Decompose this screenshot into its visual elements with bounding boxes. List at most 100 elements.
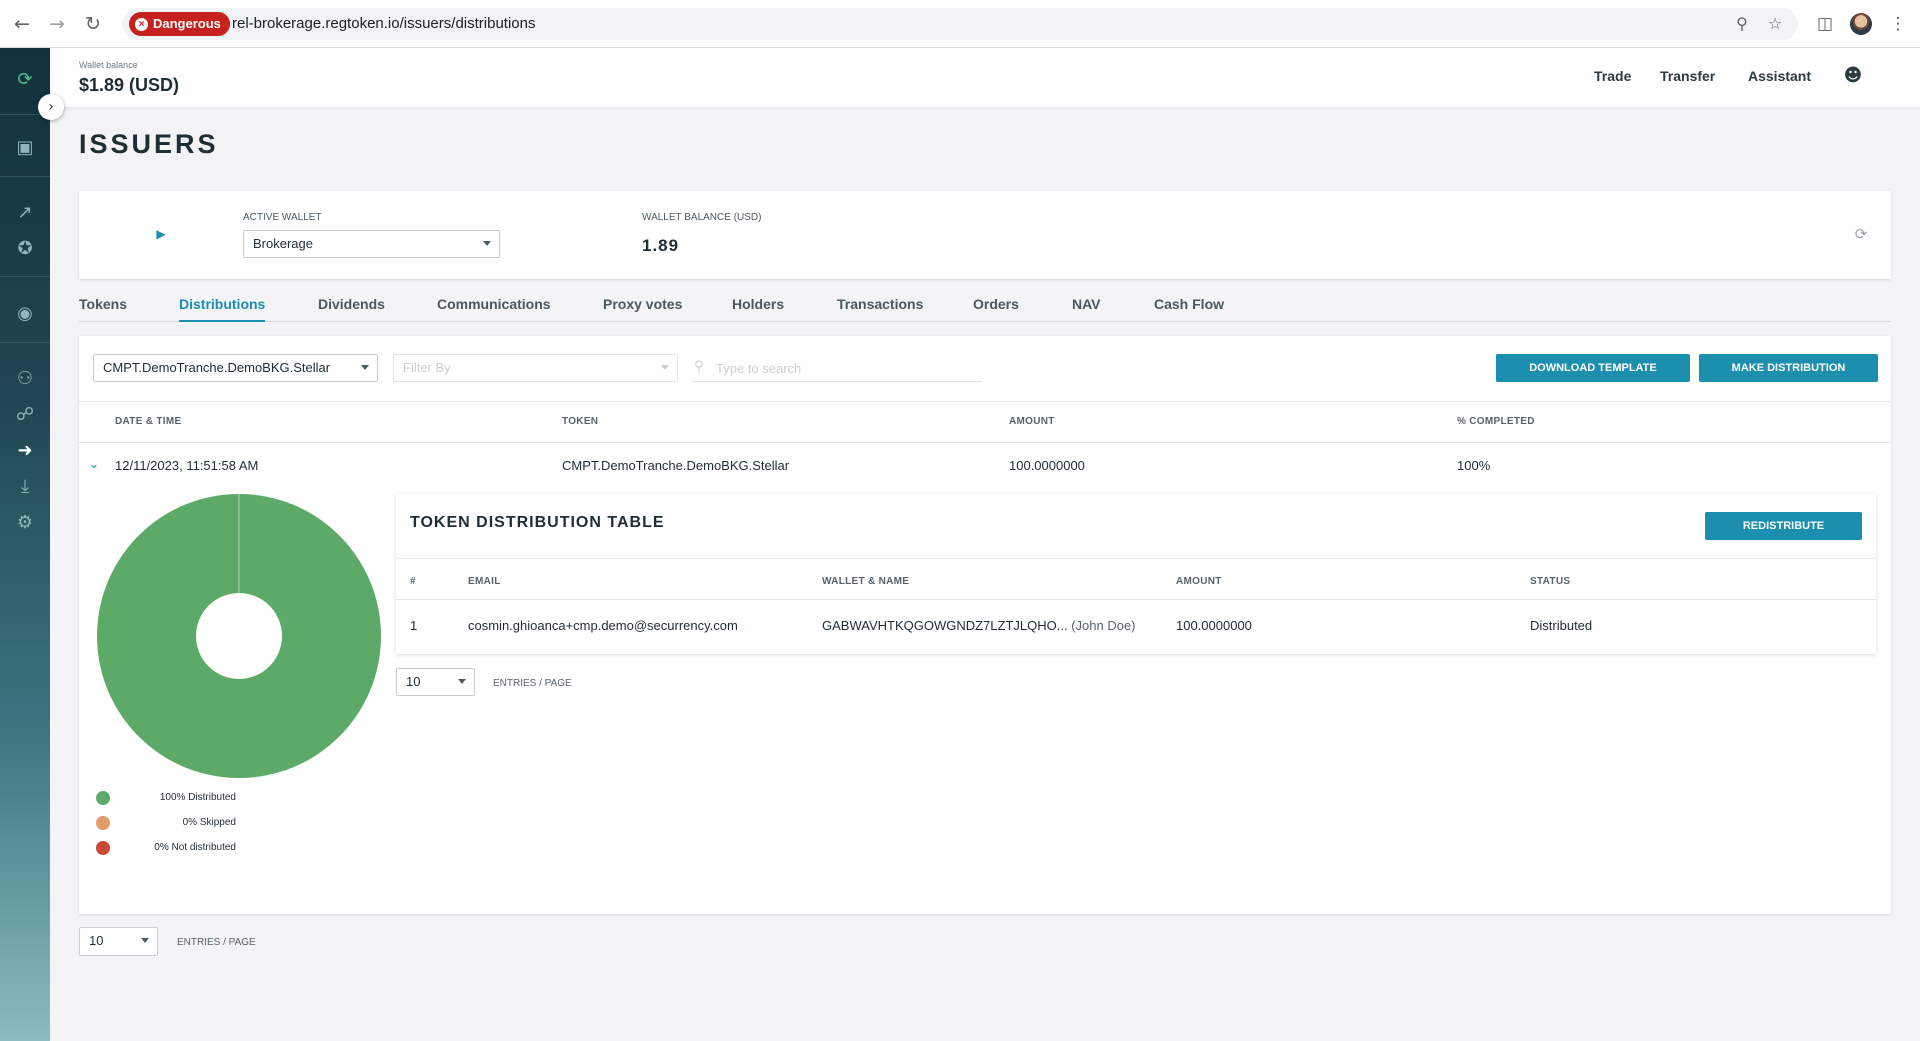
- table-divider: [79, 401, 1891, 402]
- column-header-wallet[interactable]: WALLET & NAME: [822, 576, 909, 587]
- url-text[interactable]: rel-brokerage.regtoken.io/issuers/distri…: [232, 8, 535, 40]
- column-header-amount[interactable]: AMOUNT: [1009, 416, 1055, 427]
- app-logo-icon[interactable]: ⟳: [13, 68, 37, 92]
- table-divider: [79, 442, 1891, 443]
- tab-cash-flow[interactable]: Cash Flow: [1154, 296, 1224, 322]
- active-wallet-select[interactable]: Brokerage: [243, 230, 500, 258]
- distributions-panel: CMPT.DemoTranche.DemoBKG.Stellar Filter …: [79, 336, 1891, 914]
- badge-icon[interactable]: ✪: [13, 237, 37, 261]
- handshake-icon[interactable]: ☍: [13, 403, 37, 427]
- refresh-icon[interactable]: ⟳: [1853, 226, 1869, 242]
- tab-proxy-votes[interactable]: Proxy votes: [603, 296, 682, 322]
- dist-row-status: Distributed: [1530, 618, 1593, 633]
- warning-x-icon: ×: [135, 17, 148, 31]
- sidebar-expand-button[interactable]: ›: [38, 94, 64, 120]
- browser-toolbar: ← → ↻ × Dangerous rel-brokerage.regtoken…: [0, 0, 1920, 48]
- table-divider: [396, 558, 1876, 559]
- wallet-icon[interactable]: ▣: [13, 136, 37, 160]
- distribution-donut-chart: [96, 493, 382, 779]
- nav-trade[interactable]: Trade: [1594, 68, 1631, 84]
- address-bar[interactable]: × Dangerous rel-brokerage.regtoken.io/is…: [122, 8, 1798, 40]
- tab-distributions[interactable]: Distributions: [179, 296, 266, 322]
- legend-label-not-distributed: 0% Not distributed: [154, 842, 236, 853]
- column-header-num[interactable]: #: [410, 576, 416, 587]
- profile-avatar[interactable]: [1850, 13, 1872, 35]
- kebab-menu-icon[interactable]: ⋮: [1886, 12, 1910, 36]
- tab-dividends[interactable]: Dividends: [318, 296, 385, 322]
- donut-svg: [97, 494, 381, 778]
- redistribute-button[interactable]: REDISTRIBUTE: [1705, 512, 1862, 540]
- column-header-date[interactable]: DATE & TIME: [115, 416, 181, 427]
- download-template-button[interactable]: DOWNLOAD TEMPLATE: [1496, 354, 1690, 382]
- wallet-balance-value: $1.89 (USD): [79, 75, 180, 95]
- column-header-amount[interactable]: AMOUNT: [1176, 576, 1222, 587]
- search-icon: ⚲: [694, 359, 704, 374]
- tab-tokens[interactable]: Tokens: [79, 296, 127, 322]
- make-distribution-button[interactable]: MAKE DISTRIBUTION: [1699, 354, 1878, 382]
- dist-row-wallet[interactable]: GABWAVHTKQGOWGNDZ7LZTJLQHO... (John Doe): [822, 618, 1136, 633]
- page-size-select[interactable]: 10: [79, 927, 158, 956]
- dollar-icon[interactable]: ◉: [13, 302, 37, 326]
- row-token: CMPT.DemoTranche.DemoBKG.Stellar: [562, 458, 790, 473]
- collapse-row-chevron-icon[interactable]: ⌄: [87, 458, 101, 472]
- tab-orders[interactable]: Orders: [973, 296, 1019, 322]
- search-input[interactable]: [716, 358, 976, 378]
- tab-bar: Tokens Distributions Dividends Communica…: [79, 294, 1891, 322]
- tab-holders[interactable]: Holders: [732, 296, 784, 322]
- row-date: 12/11/2023, 11:51:58 AM: [115, 458, 259, 473]
- page-title: ISSUERS: [79, 129, 219, 159]
- issuer-transfer-icon[interactable]: ➜: [13, 439, 37, 463]
- token-select[interactable]: CMPT.DemoTranche.DemoBKG.Stellar: [93, 354, 378, 382]
- legend-label-distributed: 100% Distributed: [159, 792, 236, 803]
- sidebar: ⟳ ▣ ↗ ✪ ◉ ⚇ ☍ ➜ ⤓ ⚙: [0, 48, 50, 1041]
- token-distribution-card: TOKEN DISTRIBUTION TABLE REDISTRIBUTE # …: [396, 494, 1876, 654]
- chevron-down-icon: [361, 365, 369, 370]
- dist-row-num: 1: [410, 618, 418, 633]
- column-header-completed[interactable]: % COMPLETED: [1457, 416, 1535, 427]
- forward-arrow-icon[interactable]: →: [45, 12, 69, 36]
- chevron-down-icon: [483, 241, 491, 246]
- tab-nav[interactable]: NAV: [1072, 296, 1101, 322]
- sidebar-divider: [0, 276, 50, 277]
- nav-assistant[interactable]: Assistant: [1748, 68, 1811, 84]
- nested-page-size-select[interactable]: 10: [396, 668, 475, 696]
- token-distribution-title: TOKEN DISTRIBUTION TABLE: [410, 514, 665, 531]
- nested-entries-per-page-label: ENTRIES / PAGE: [493, 678, 572, 689]
- reload-icon[interactable]: ↻: [81, 12, 105, 36]
- security-warning-chip[interactable]: × Dangerous: [129, 12, 230, 36]
- bookmark-star-icon[interactable]: ☆: [1765, 14, 1785, 34]
- zoom-icon[interactable]: ⚲: [1732, 14, 1752, 34]
- top-bar: Wallet balance $1.89 (USD) Trade Transfe…: [50, 48, 1920, 107]
- wallet-balance-label: Wallet balance: [79, 60, 138, 70]
- side-panel-icon[interactable]: ◫: [1813, 12, 1837, 36]
- back-arrow-icon[interactable]: ←: [10, 12, 34, 36]
- filter-by-select[interactable]: Filter By: [393, 354, 678, 382]
- chevron-down-icon: [458, 679, 466, 684]
- donut-hole: [196, 593, 282, 679]
- search-field: ⚲: [692, 354, 982, 382]
- tab-transactions[interactable]: Transactions: [837, 296, 923, 322]
- user-group-icon[interactable]: ☻: [1841, 64, 1865, 88]
- entries-per-page-label: ENTRIES / PAGE: [177, 937, 256, 948]
- nav-transfer[interactable]: Transfer: [1660, 68, 1715, 84]
- tab-communications[interactable]: Communications: [437, 296, 551, 322]
- dist-row-wallet-name: (John Doe): [1071, 618, 1136, 633]
- users-icon[interactable]: ⚇: [13, 367, 37, 391]
- chevron-down-icon: [661, 365, 669, 370]
- wallet-balance-usd-label: WALLET BALANCE (USD): [642, 212, 762, 223]
- row-amount: 100.0000000: [1009, 458, 1085, 473]
- dist-row-wallet-address: GABWAVHTKQGOWGNDZ7LZTJLQHO...: [822, 618, 1068, 633]
- row-completed: 100%: [1457, 458, 1491, 473]
- chevron-down-icon: [141, 938, 149, 943]
- settings-flow-icon[interactable]: ⚙: [13, 511, 37, 535]
- download-tray-icon[interactable]: ⤓: [13, 475, 37, 499]
- column-header-token[interactable]: TOKEN: [562, 416, 598, 427]
- column-header-status[interactable]: STATUS: [1530, 576, 1570, 587]
- dist-row-email: cosmin.ghioanca+cmp.demo@securrency.com: [468, 618, 738, 633]
- wallet-card: ▶ ACTIVE WALLET Brokerage WALLET BALANCE…: [79, 191, 1891, 279]
- column-header-email[interactable]: EMAIL: [468, 576, 501, 587]
- legend-label-skipped: 0% Skipped: [182, 817, 236, 828]
- play-icon[interactable]: ▶: [154, 227, 168, 241]
- trend-icon[interactable]: ↗: [13, 201, 37, 225]
- active-wallet-label: ACTIVE WALLET: [243, 212, 322, 223]
